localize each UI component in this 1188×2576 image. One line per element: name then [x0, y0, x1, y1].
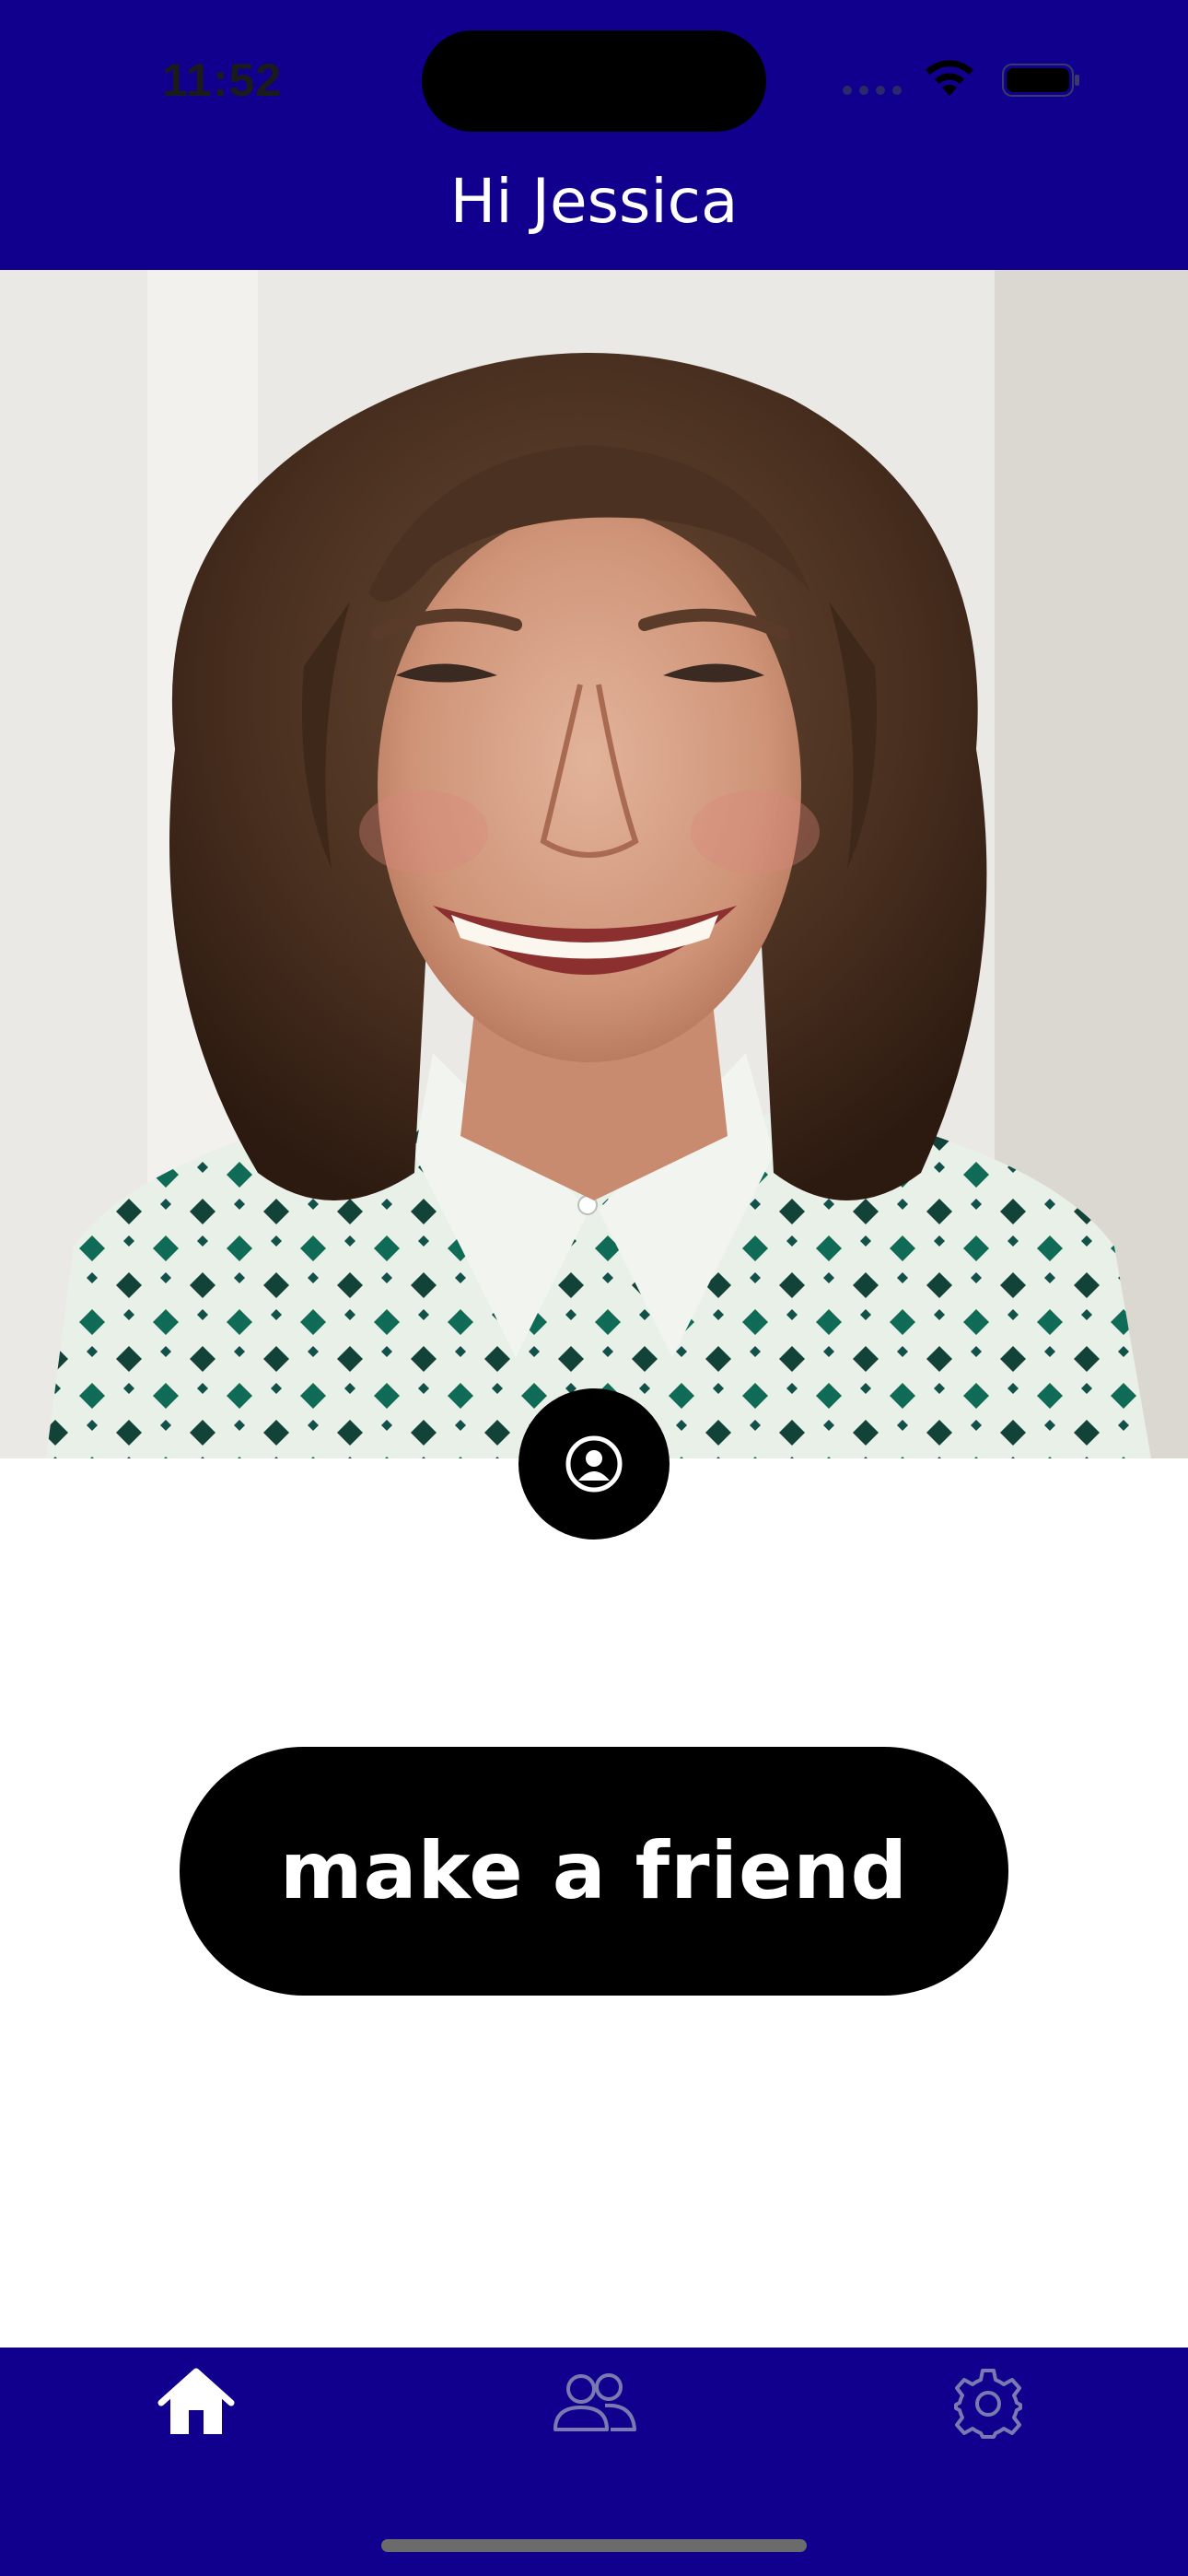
home-indicator — [381, 2539, 807, 2552]
person-circle-icon — [565, 1435, 623, 1493]
profile-button[interactable] — [518, 1388, 670, 1540]
gear-icon — [954, 2369, 1022, 2439]
status-time: 11:52 — [162, 54, 283, 106]
tab-friends[interactable] — [543, 2357, 645, 2449]
battery-icon — [1002, 64, 1079, 97]
people-icon — [553, 2373, 636, 2431]
greeting-title: Hi Jessica — [449, 166, 739, 237]
tab-settings[interactable] — [938, 2357, 1039, 2449]
make-friend-button[interactable]: make a friend — [180, 1747, 1008, 1996]
tab-home[interactable] — [146, 2357, 247, 2449]
house-icon — [157, 2368, 235, 2434]
signal-icon — [843, 86, 902, 95]
dynamic-island — [422, 30, 766, 132]
wifi-icon — [926, 60, 973, 96]
portrait-illustration — [0, 270, 1188, 1458]
profile-photo — [0, 270, 1188, 1458]
